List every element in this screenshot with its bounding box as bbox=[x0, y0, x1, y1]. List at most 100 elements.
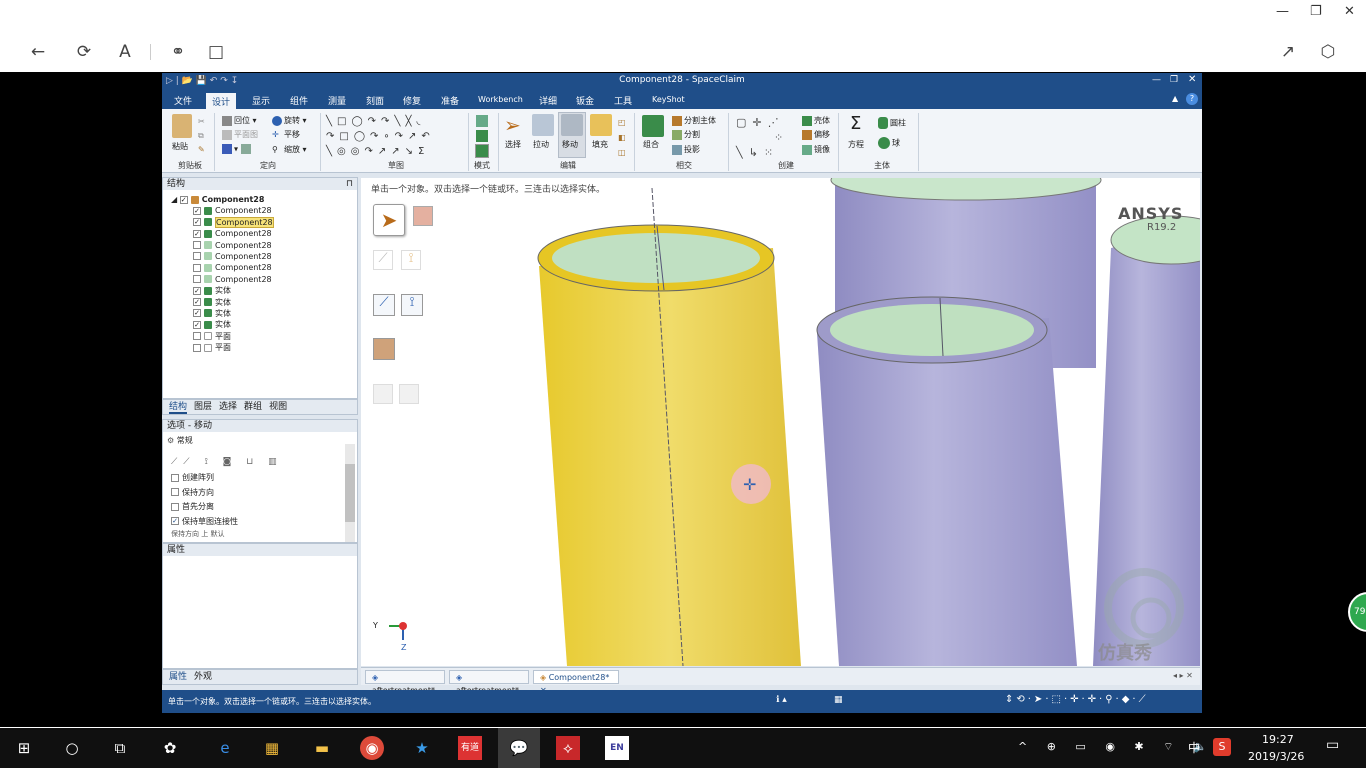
viewport-3d[interactable]: ✛ 单击一个对象。双击选择一个链或环。三连击以选择实体。 ANSYS R19.2… bbox=[361, 178, 1200, 666]
ime-indicator[interactable]: 中 bbox=[1188, 739, 1200, 756]
tab-layers[interactable]: 图层 bbox=[194, 402, 212, 412]
visibility-checkbox[interactable] bbox=[193, 241, 201, 250]
view-cube-button[interactable]: ▾ bbox=[222, 144, 253, 154]
search-icon[interactable]: ○ bbox=[60, 736, 84, 760]
close-icon[interactable]: ✕ bbox=[1344, 4, 1355, 19]
menu-repair[interactable]: 修复 bbox=[403, 94, 421, 107]
edit-small-icons[interactable]: ◰ ◧ ◫ bbox=[618, 115, 626, 160]
menu-facets[interactable]: 刻面 bbox=[366, 94, 384, 107]
app-star-icon[interactable]: ★ bbox=[410, 736, 434, 760]
notifications-icon[interactable]: ▭ bbox=[1326, 737, 1339, 753]
visibility-checkbox[interactable] bbox=[193, 332, 201, 341]
up-to-icon[interactable] bbox=[373, 338, 395, 360]
select-arrow-icon[interactable]: ➢ bbox=[504, 114, 526, 136]
move-along-icon[interactable]: ⟋ bbox=[373, 294, 395, 316]
scrollbar-thumb[interactable] bbox=[345, 464, 355, 522]
back-arrow-icon[interactable]: ← bbox=[26, 42, 50, 62]
pan-button[interactable]: ✛ 平移 bbox=[272, 129, 300, 140]
tree-item[interactable]: ✓ 实体 bbox=[193, 319, 357, 330]
pdf-icon[interactable]: ⟡ bbox=[556, 736, 580, 760]
visibility-checkbox[interactable]: ✓ bbox=[193, 206, 201, 215]
app-flower-icon[interactable]: ✿ bbox=[158, 736, 182, 760]
root-checkbox[interactable]: ✓ bbox=[179, 195, 188, 204]
doc-tab[interactable]: ◈ aftertreatment* bbox=[449, 670, 529, 695]
menu-detail[interactable]: 详细 bbox=[539, 94, 557, 107]
tree-root[interactable]: ◢ ✓ Component28 bbox=[171, 194, 357, 205]
tree-item[interactable]: ✓ Component28 bbox=[193, 216, 357, 228]
tree-item[interactable]: Component28 bbox=[193, 251, 357, 262]
wechat-icon[interactable]: 💬 bbox=[507, 736, 531, 760]
store-icon[interactable]: ▦ bbox=[260, 736, 284, 760]
rotate-icon[interactable]: ⟳ bbox=[72, 42, 96, 62]
visibility-checkbox[interactable] bbox=[193, 252, 201, 261]
project-button[interactable]: 投影 bbox=[672, 144, 700, 155]
tab-appearance[interactable]: 外观 bbox=[194, 672, 212, 682]
youdao-icon[interactable]: 有道 bbox=[458, 736, 482, 760]
text-icon[interactable]: A bbox=[113, 42, 137, 62]
edge-browser-icon[interactable]: e bbox=[213, 736, 237, 760]
close-icon[interactable]: ✕ bbox=[1188, 74, 1196, 85]
visibility-checkbox[interactable]: ✓ bbox=[193, 229, 201, 238]
option-checkbox-row[interactable]: 保持方向 bbox=[171, 486, 357, 501]
pin-icon[interactable]: ⊓ bbox=[346, 178, 353, 190]
visibility-checkbox[interactable] bbox=[193, 263, 201, 272]
menu-sheetmetal[interactable]: 钣金 bbox=[576, 94, 594, 107]
select-tool-icon[interactable]: ➤ bbox=[373, 204, 405, 236]
option-checkbox[interactable] bbox=[171, 502, 179, 511]
sketch-tools[interactable]: ╲□◯↷↷╲╳◟ ↷□◯↷∘↷↗↶ ╲◎◎↷↗↗↘Σ bbox=[326, 114, 466, 159]
plan-view-button[interactable]: 平面图 bbox=[222, 129, 258, 140]
info-icon[interactable]: ℹ ▴ bbox=[776, 695, 787, 705]
split-body-button[interactable]: 分割主体 bbox=[672, 115, 716, 126]
move-option-icons[interactable]: ⟋⟋ ⟟ ◙ ⊔ ▥ bbox=[163, 449, 357, 471]
split-button[interactable]: 分割 bbox=[672, 129, 700, 140]
visibility-checkbox[interactable]: ✓ bbox=[193, 320, 201, 329]
tree-item[interactable]: ✓ 实体 bbox=[193, 285, 357, 296]
doc-tab-active[interactable]: ◈ Component28* ✕ bbox=[533, 670, 619, 695]
mirror-button[interactable]: 镜像 bbox=[802, 144, 830, 155]
option-checkbox[interactable] bbox=[171, 488, 179, 496]
cylinder-button[interactable]: 圆柱 bbox=[878, 117, 906, 129]
clock-time[interactable]: 19:27 bbox=[1262, 733, 1294, 746]
visibility-checkbox[interactable]: ✓ bbox=[193, 309, 201, 318]
window-icon[interactable]: □ bbox=[204, 42, 228, 62]
equation-icon[interactable]: Σ bbox=[850, 113, 861, 134]
tab-structure[interactable]: 结构 bbox=[169, 402, 188, 414]
visibility-checkbox[interactable] bbox=[193, 275, 201, 284]
menu-tools[interactable]: 工具 bbox=[614, 94, 632, 107]
purple-cylinder-front[interactable] bbox=[816, 296, 1077, 666]
fill-icon[interactable] bbox=[590, 114, 612, 136]
option-checkbox[interactable]: ✓ bbox=[171, 517, 179, 525]
option-checkbox-row[interactable]: 首先分离 bbox=[171, 500, 357, 515]
menu-workbench[interactable]: Workbench bbox=[478, 95, 523, 104]
collapse-ribbon-icon[interactable]: ▲ bbox=[1172, 94, 1178, 103]
chrome-icon[interactable]: ◉ bbox=[360, 736, 384, 760]
en-app-icon[interactable]: EN bbox=[605, 736, 629, 760]
visibility-checkbox[interactable]: ✓ bbox=[193, 286, 201, 295]
minimize-icon[interactable]: — bbox=[1276, 4, 1289, 19]
clock-date[interactable]: 2019/3/26 bbox=[1248, 750, 1304, 763]
tab-views[interactable]: 视图 bbox=[269, 402, 287, 412]
tree-item[interactable]: ✓ 实体 bbox=[193, 297, 357, 308]
tab-scroll-icons[interactable]: ◂ ▸ ✕ bbox=[1173, 671, 1193, 680]
offset-button[interactable]: 偏移 bbox=[802, 129, 830, 140]
menu-measure[interactable]: 测量 bbox=[328, 94, 346, 107]
section-mode-icon[interactable] bbox=[476, 130, 488, 142]
rotate-button[interactable]: 旋转 ▾ bbox=[272, 115, 307, 126]
sketch-mode-icon[interactable] bbox=[476, 115, 488, 127]
visibility-checkbox[interactable]: ✓ bbox=[193, 218, 201, 227]
anchor-tool-icon[interactable] bbox=[413, 206, 433, 226]
cut-icon[interactable]: ✂ bbox=[198, 117, 205, 126]
task-view-icon[interactable]: ⧉ bbox=[108, 736, 132, 760]
sphere-button[interactable]: 球 bbox=[878, 137, 900, 149]
tree-item[interactable]: Component28 bbox=[193, 262, 357, 273]
tree-item[interactable]: Component28 bbox=[193, 240, 357, 251]
tree-item[interactable]: ✓ Component28 bbox=[193, 205, 357, 216]
menu-keyshot[interactable]: KeyShot bbox=[652, 95, 685, 104]
windows-start-icon[interactable]: ⊞ bbox=[12, 736, 36, 760]
tab-properties[interactable]: 属性 bbox=[169, 672, 187, 682]
selection-filter-icon[interactable]: ▦ bbox=[834, 695, 843, 705]
home-button[interactable]: 回位 ▾ bbox=[222, 115, 257, 126]
option-checkbox-row[interactable]: ✓ 保持草图连接性 bbox=[171, 515, 357, 530]
menu-display[interactable]: 显示 bbox=[252, 94, 270, 107]
option-checkbox[interactable] bbox=[171, 473, 179, 482]
